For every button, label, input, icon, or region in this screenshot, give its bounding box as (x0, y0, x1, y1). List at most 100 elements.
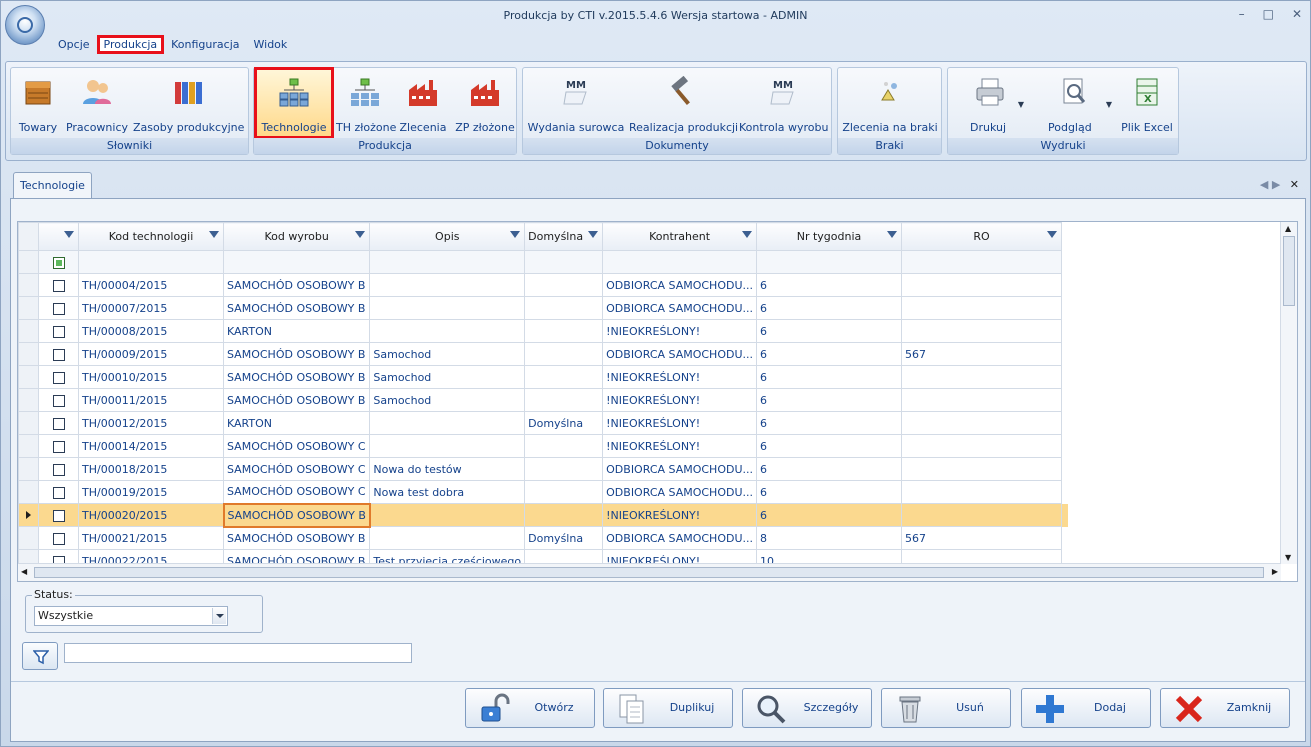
tab-scroll-left-icon[interactable]: ◀ (1260, 178, 1268, 191)
towary-button[interactable]: Towary (15, 70, 61, 136)
domyslna-cell[interactable] (524, 503, 604, 527)
kod-wyrobu-cell[interactable]: SAMOCHÓD OSOBOWY C (222, 457, 371, 481)
table-row[interactable]: TH/00021/2015 SAMOCHÓD OSOBOWY B Domyślna O… (18, 526, 1069, 550)
menu-produkcja[interactable]: Produkcja (96, 35, 165, 54)
kontrahent-cell[interactable]: ODBIORCA SAMOCHODU... (602, 342, 757, 366)
nr-tygodnia-cell[interactable]: 8 (756, 526, 902, 550)
th-zlozone-button[interactable]: TH złożone (336, 70, 396, 136)
row-checkbox[interactable] (38, 503, 79, 527)
ro-cell[interactable]: 567 (901, 526, 1062, 550)
kod-technologii-cell[interactable]: TH/00018/2015 (78, 457, 224, 481)
kod-wyrobu-cell[interactable]: SAMOCHÓD OSOBOWY B (222, 273, 371, 297)
opis-cell[interactable]: Samochod (369, 365, 526, 389)
filter-cell[interactable] (222, 250, 371, 274)
table-row[interactable]: TH/00018/2015 SAMOCHÓD OSOBOWY C Nowa do t… (18, 457, 1069, 481)
kontrahent-cell[interactable]: !NIEOKREŚLONY! (602, 434, 757, 458)
nr-tygodnia-cell[interactable]: 6 (756, 457, 902, 481)
row-checkbox[interactable] (38, 365, 79, 389)
filter-icon[interactable] (742, 231, 752, 238)
kod-wyrobu-cell[interactable]: SAMOCHÓD OSOBOWY B (222, 502, 371, 528)
ro-cell[interactable] (901, 457, 1062, 481)
domyslna-cell[interactable] (524, 434, 604, 458)
nr-tygodnia-cell[interactable]: 6 (756, 319, 902, 343)
table-row[interactable]: TH/00019/2015 SAMOCHÓD OSOBOWY C Nowa test… (18, 480, 1069, 504)
scroll-left-icon[interactable]: ◀ (21, 567, 27, 576)
zlecenia-na-braki-button[interactable]: Zlecenia na braki (842, 70, 938, 136)
row-checkbox[interactable] (38, 273, 79, 297)
kod-wyrobu-cell[interactable]: SAMOCHÓD OSOBOWY B (222, 365, 371, 389)
header-opis[interactable]: Opis (369, 222, 526, 251)
kod-wyrobu-cell[interactable]: KARTON (222, 411, 371, 435)
filter-icon[interactable] (887, 231, 897, 238)
nr-tygodnia-cell[interactable]: 6 (756, 388, 902, 412)
table-row[interactable]: TH/00012/2015 KARTON Domyślna !NIEOKREŚLONY… (18, 411, 1069, 435)
header-domyslna[interactable]: Domyślna (524, 222, 604, 251)
nr-tygodnia-cell[interactable]: 6 (756, 273, 902, 297)
row-checkbox[interactable] (38, 296, 79, 320)
filter-button[interactable] (22, 642, 58, 670)
ro-cell[interactable] (901, 480, 1062, 504)
nr-tygodnia-cell[interactable]: 6 (756, 342, 902, 366)
scroll-up-icon[interactable]: ▲ (1285, 224, 1291, 233)
wydania-surowca-button[interactable]: MM Wydania surowca (527, 70, 625, 136)
tab-scroll-right-icon[interactable]: ▶ (1272, 178, 1280, 191)
kod-wyrobu-cell[interactable]: SAMOCHÓD OSOBOWY C (222, 434, 371, 458)
filter-icon[interactable] (588, 231, 599, 238)
szczegoly-button[interactable]: Szczegóły (742, 688, 872, 728)
filter-cell[interactable] (78, 250, 224, 274)
ro-cell[interactable] (901, 319, 1062, 343)
filter-input[interactable] (64, 643, 412, 663)
filter-icon[interactable] (209, 231, 219, 238)
row-checkbox[interactable] (38, 457, 79, 481)
nr-tygodnia-cell[interactable]: 6 (756, 411, 902, 435)
zp-zlozone-button[interactable]: ZP złożone (454, 70, 516, 136)
tab-technologie[interactable]: Technologie (13, 172, 92, 199)
filter-cell[interactable] (756, 250, 902, 274)
maximize-icon[interactable]: □ (1263, 7, 1274, 21)
row-checkbox[interactable] (38, 526, 79, 550)
kod-technologii-cell[interactable]: TH/00012/2015 (78, 411, 224, 435)
usun-button[interactable]: Usuń (881, 688, 1011, 728)
zamknij-button[interactable]: Zamknij (1160, 688, 1290, 728)
opis-cell[interactable] (369, 273, 526, 297)
scroll-down-icon[interactable]: ▼ (1285, 553, 1291, 562)
row-checkbox[interactable] (38, 319, 79, 343)
table-row[interactable]: TH/00004/2015 SAMOCHÓD OSOBOWY B ODBIORCA … (18, 273, 1069, 297)
opis-cell[interactable]: Nowa test dobra (369, 480, 526, 504)
plik-excel-button[interactable]: X Plik Excel (1120, 70, 1174, 136)
scrollbar-thumb[interactable] (34, 567, 1264, 578)
kod-wyrobu-cell[interactable]: KARTON (222, 319, 371, 343)
scroll-right-icon[interactable]: ▶ (1272, 567, 1278, 576)
tab-close-icon[interactable]: ✕ (1290, 178, 1299, 191)
kontrola-wyrobu-button[interactable]: MM Kontrola wyrobu (739, 70, 828, 136)
kod-wyrobu-cell[interactable]: SAMOCHÓD OSOBOWY B (222, 388, 371, 412)
domyslna-cell[interactable] (524, 319, 604, 343)
table-row[interactable]: TH/00010/2015 SAMOCHÓD OSOBOWY B Samochod!… (18, 365, 1069, 389)
filter-icon[interactable] (64, 231, 74, 238)
opis-cell[interactable] (369, 526, 526, 550)
domyslna-cell[interactable] (524, 457, 604, 481)
scrollbar-thumb[interactable] (1283, 236, 1295, 306)
opis-cell[interactable] (369, 319, 526, 343)
table-row[interactable]: TH/00011/2015 SAMOCHÓD OSOBOWY B Samochod!… (18, 388, 1069, 412)
filter-icon[interactable] (355, 231, 366, 238)
header-nr-tygodnia[interactable]: Nr tygodnia (756, 222, 902, 251)
kontrahent-cell[interactable]: !NIEOKREŚLONY! (602, 365, 757, 389)
technologie-button[interactable]: Technologie (254, 67, 334, 139)
kod-technologii-cell[interactable]: TH/00021/2015 (78, 526, 224, 550)
header-kod-wyrobu[interactable]: Kod wyrobu (222, 222, 371, 251)
ro-cell[interactable] (901, 296, 1062, 320)
menu-opcje[interactable]: Opcje (51, 35, 97, 54)
kontrahent-cell[interactable]: !NIEOKREŚLONY! (602, 319, 757, 343)
domyslna-cell[interactable] (524, 296, 604, 320)
kontrahent-cell[interactable]: ODBIORCA SAMOCHODU... (602, 457, 757, 481)
filter-cell[interactable] (901, 250, 1062, 274)
pracownicy-button[interactable]: Pracownicy (65, 70, 129, 136)
ro-cell[interactable] (901, 273, 1062, 297)
filter-cell[interactable] (524, 250, 604, 274)
opis-cell[interactable] (369, 434, 526, 458)
nr-tygodnia-cell[interactable]: 6 (756, 365, 902, 389)
kontrahent-cell[interactable]: !NIEOKREŚLONY! (602, 503, 757, 527)
kontrahent-cell[interactable]: !NIEOKREŚLONY! (602, 411, 757, 435)
row-checkbox[interactable] (38, 411, 79, 435)
